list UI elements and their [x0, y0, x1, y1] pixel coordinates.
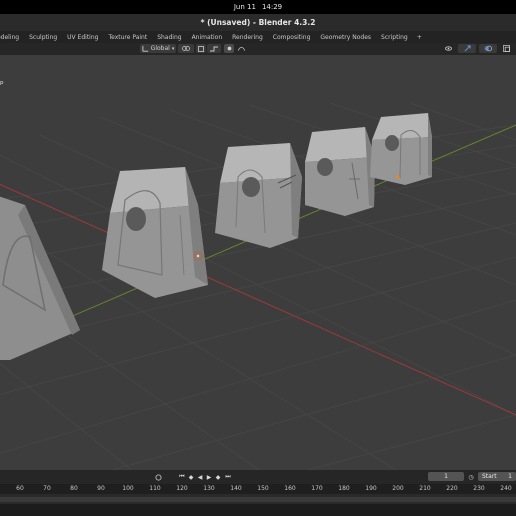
- tab-uv-editing[interactable]: UV Editing: [62, 34, 103, 41]
- gizmo-icon: [464, 45, 471, 52]
- ruler-tick: 210: [419, 485, 431, 492]
- snap-toggle[interactable]: [196, 44, 206, 53]
- jump-end-icon: ⏭: [225, 473, 231, 480]
- prev-keyframe-icon: ◆: [188, 473, 194, 481]
- ruler-tick: 120: [176, 485, 188, 492]
- snap-target-dropdown[interactable]: [207, 44, 221, 53]
- ruler-tick: 80: [70, 485, 78, 492]
- snap-icon: [198, 45, 204, 52]
- timeline-scrollbar[interactable]: [0, 497, 516, 502]
- viewport-overlay-label: p: [0, 80, 4, 86]
- timeline-summary-row: [0, 504, 516, 516]
- ruler-tick: 170: [311, 485, 323, 492]
- orientation-axes-icon: [142, 45, 148, 52]
- system-top-bar: Jun 11 14:29: [0, 0, 516, 14]
- origin-point: [396, 175, 400, 179]
- pedestal-object-2[interactable]: [102, 167, 208, 298]
- tab-modeling[interactable]: odeling: [0, 34, 24, 41]
- timeline-header: ⏮ ◆ ◀ ▶ ◆ ⏭ 1 ◷ Start 1: [0, 470, 516, 484]
- workspace-tabs: odeling Sculpting UV Editing Texture Pai…: [0, 31, 516, 43]
- start-frame-value: 1: [508, 473, 512, 480]
- add-workspace-button[interactable]: +: [413, 34, 426, 41]
- gizmo-toggle[interactable]: [458, 44, 476, 53]
- timeline-ruler[interactable]: 60 70 80 90 100 110 120 130 140 150 160 …: [0, 484, 516, 494]
- play-reverse-icon: ◀: [197, 473, 203, 481]
- tab-shading[interactable]: Shading: [152, 34, 186, 41]
- play-icon: ▶: [206, 473, 212, 481]
- tab-animation[interactable]: Animation: [187, 34, 228, 41]
- ruler-tick: 140: [230, 485, 242, 492]
- ruler-tick: 220: [446, 485, 458, 492]
- pedestal-object-3[interactable]: [215, 143, 302, 248]
- ruler-tick: 190: [365, 485, 377, 492]
- tab-sculpting[interactable]: Sculpting: [24, 34, 62, 41]
- system-time: 14:29: [261, 3, 283, 11]
- pedestal-object-4[interactable]: [305, 127, 375, 216]
- auto-keying-toggle[interactable]: [153, 473, 163, 481]
- viewport-scene: [0, 102, 516, 470]
- overlays-toggle[interactable]: [479, 44, 497, 53]
- tab-texture-paint[interactable]: Texture Paint: [103, 34, 152, 41]
- next-keyframe-button[interactable]: ◆: [213, 473, 223, 481]
- ruler-tick: 90: [97, 485, 105, 492]
- ruler-tick: 110: [149, 485, 161, 492]
- ruler-tick: 150: [257, 485, 269, 492]
- pivot-icon: [182, 46, 190, 51]
- start-frame-field[interactable]: Start 1: [478, 472, 516, 481]
- window-title-bar: * (Unsaved) - Blender 4.3.2: [0, 14, 516, 31]
- falloff-dropdown[interactable]: [236, 44, 246, 53]
- 3d-viewport[interactable]: p: [0, 55, 516, 470]
- transform-orientation-dropdown[interactable]: Global ▾: [140, 44, 176, 53]
- proportional-icon: [227, 46, 231, 51]
- jump-end-button[interactable]: ⏭: [223, 473, 233, 481]
- timeline-track-area[interactable]: [0, 494, 516, 516]
- eye-icon: [444, 46, 452, 51]
- tab-scripting[interactable]: Scripting: [376, 34, 413, 41]
- xray-toggle[interactable]: [500, 44, 512, 53]
- viewport-header: Global ▾: [0, 43, 516, 55]
- current-frame-value: 1: [444, 473, 448, 480]
- next-keyframe-icon: ◆: [215, 473, 221, 481]
- pivot-point-dropdown[interactable]: [178, 44, 194, 53]
- transform-orientation-label: Global: [150, 45, 170, 52]
- tab-geometry-nodes[interactable]: Geometry Nodes: [315, 34, 376, 41]
- tab-compositing[interactable]: Compositing: [268, 34, 316, 41]
- overlays-icon: [484, 45, 492, 52]
- ruler-tick: 230: [473, 485, 485, 492]
- falloff-icon: [237, 46, 245, 51]
- visibility-dropdown[interactable]: [440, 44, 456, 53]
- jump-start-icon: ⏮: [179, 473, 185, 480]
- xray-icon: [502, 45, 510, 52]
- start-frame-label: Start: [482, 473, 497, 480]
- ruler-tick: 180: [338, 485, 350, 492]
- snap-target-icon: [210, 46, 218, 51]
- window-title: * (Unsaved) - Blender 4.3.2: [200, 18, 316, 27]
- pedestal-object-5[interactable]: [370, 113, 432, 185]
- system-date: Jun 11: [233, 3, 256, 11]
- record-icon: [154, 473, 162, 481]
- tab-rendering[interactable]: Rendering: [227, 34, 268, 41]
- ruler-tick: 100: [122, 485, 134, 492]
- ruler-tick: 160: [284, 485, 296, 492]
- ruler-tick: 200: [392, 485, 404, 492]
- proportional-editing-toggle[interactable]: [224, 44, 234, 53]
- chevron-down-icon: ▾: [171, 45, 175, 52]
- ruler-tick: 130: [203, 485, 215, 492]
- ruler-tick: 60: [16, 485, 24, 492]
- clock-icon: ◷: [468, 473, 474, 481]
- ruler-tick: 240: [500, 485, 512, 492]
- ruler-tick: 70: [43, 485, 51, 492]
- current-frame-field[interactable]: 1: [428, 472, 464, 481]
